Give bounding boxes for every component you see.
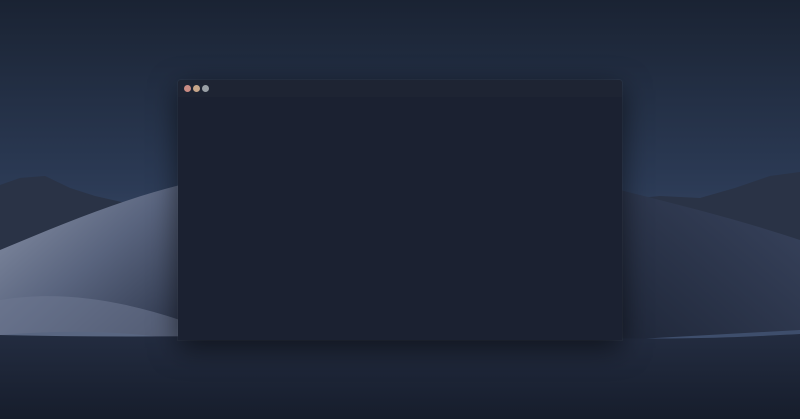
close-icon[interactable] bbox=[184, 85, 191, 92]
window-titlebar[interactable] bbox=[178, 80, 622, 97]
window-content bbox=[178, 97, 622, 340]
minimize-icon[interactable] bbox=[193, 85, 200, 92]
maximize-icon[interactable] bbox=[202, 85, 209, 92]
desktop bbox=[0, 0, 800, 419]
app-window bbox=[178, 80, 622, 340]
